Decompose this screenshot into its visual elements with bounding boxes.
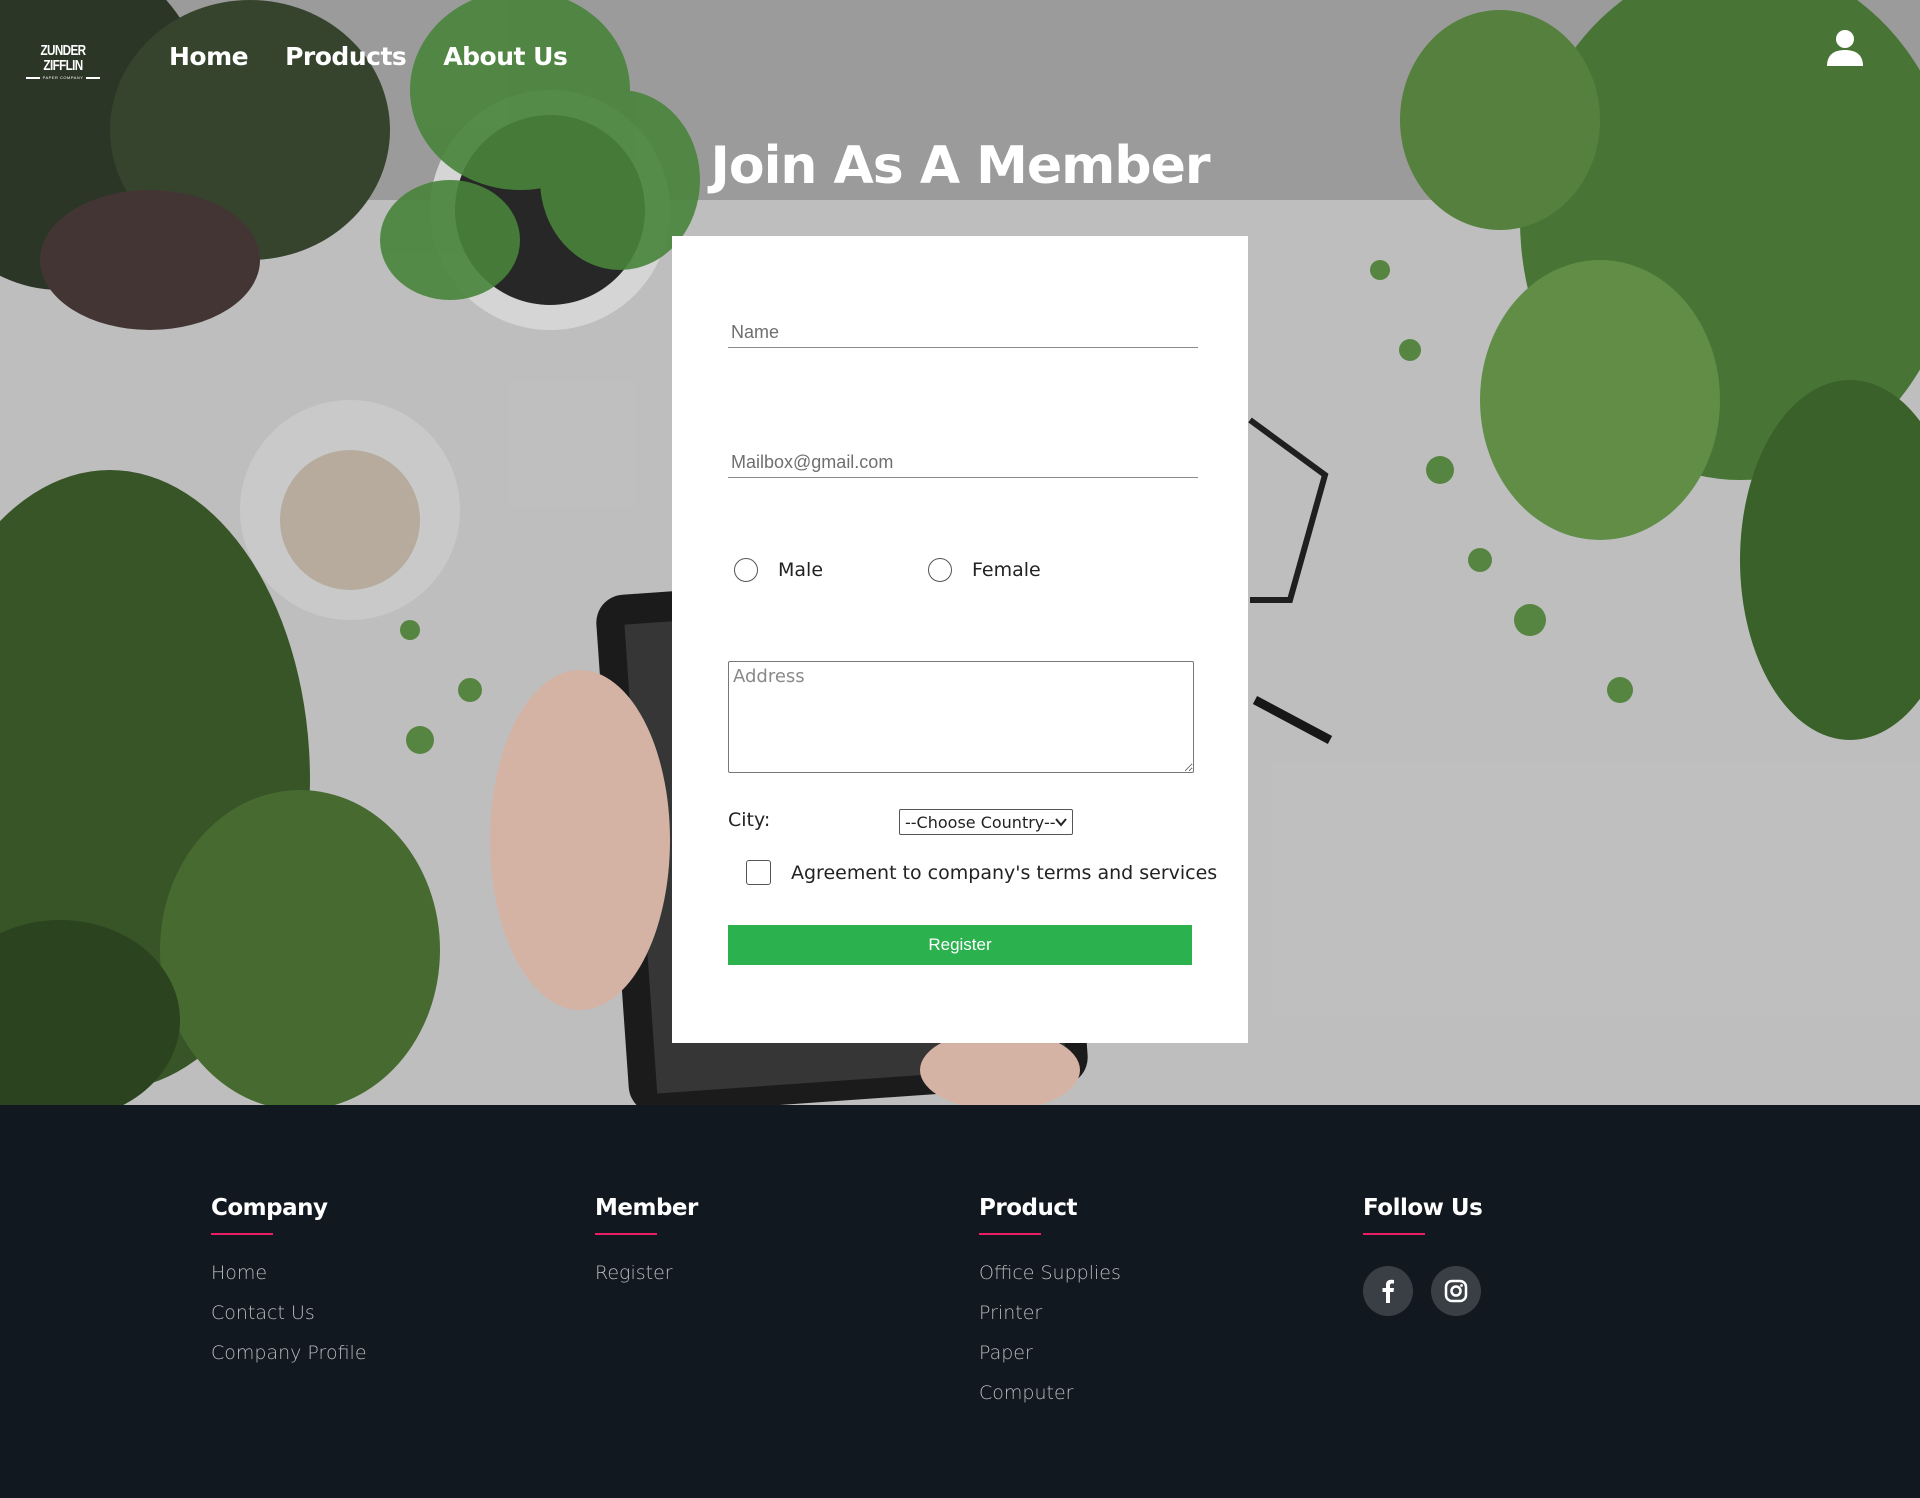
page-title: Join As A Member (710, 136, 1211, 196)
footer-link-computer[interactable]: Computer (979, 1381, 1121, 1421)
agreement-label: Agreement to company's terms and service… (791, 861, 1218, 884)
name-input[interactable] (728, 318, 1198, 348)
logo-rule-right (86, 76, 101, 79)
logo-rule-left (25, 76, 40, 79)
footer-link-printer[interactable]: Printer (979, 1301, 1121, 1341)
social-links (1363, 1266, 1482, 1316)
brand-logo[interactable]: ZUNDER ZIFFLIN PAPER COMPANY (24, 43, 102, 80)
user-icon[interactable] (1825, 28, 1865, 68)
main-nav: Home Products About Us (169, 42, 568, 71)
email-input[interactable] (728, 448, 1198, 478)
footer-heading-member: Member (595, 1195, 698, 1221)
chevron-down-icon (1055, 818, 1067, 827)
heading-underline (595, 1233, 657, 1235)
logo-subtext: PAPER COMPANY (42, 75, 84, 80)
address-textarea[interactable] (728, 661, 1194, 773)
instagram-button[interactable] (1431, 1266, 1481, 1316)
country-select[interactable]: --Choose Country-- (899, 809, 1073, 835)
footer-company-column: Company Home Contact Us Company Profile (211, 1195, 367, 1381)
heading-underline (979, 1233, 1041, 1235)
heading-underline (211, 1233, 273, 1235)
gender-male-label: Male (778, 559, 824, 581)
footer-heading-company: Company (211, 1195, 328, 1221)
footer-link-home[interactable]: Home (211, 1261, 367, 1301)
logo-subtext-row: PAPER COMPANY (24, 75, 102, 80)
gender-male-radio[interactable] (734, 558, 758, 582)
footer-heading-follow-us: Follow Us (1363, 1195, 1483, 1221)
footer-member-column: Member Register (595, 1195, 698, 1301)
nav-about-us[interactable]: About Us (443, 42, 568, 71)
hero-section: ZUNDER ZIFFLIN PAPER COMPANY Home Produc… (0, 0, 1920, 1105)
agreement-checkbox[interactable] (746, 860, 771, 885)
footer-link-office-supplies[interactable]: Office Supplies (979, 1261, 1121, 1301)
gender-radio-group: Male Female (734, 558, 1041, 582)
footer-link-paper[interactable]: Paper (979, 1341, 1121, 1381)
instagram-icon (1444, 1279, 1468, 1303)
nav-home[interactable]: Home (169, 42, 249, 71)
nav-products[interactable]: Products (285, 42, 407, 71)
footer-product-column: Product Office Supplies Printer Paper Co… (979, 1195, 1121, 1421)
site-footer: Company Home Contact Us Company Profile … (0, 1105, 1920, 1498)
facebook-icon (1382, 1279, 1394, 1303)
agreement-row: Agreement to company's terms and service… (746, 860, 1217, 885)
footer-link-company-profile[interactable]: Company Profile (211, 1341, 367, 1381)
gender-female-label: Female (972, 559, 1041, 581)
city-label: City: (728, 809, 771, 831)
footer-link-register[interactable]: Register (595, 1261, 698, 1301)
gender-female-radio[interactable] (928, 558, 952, 582)
country-select-value: --Choose Country-- (905, 812, 1056, 832)
footer-link-contact-us[interactable]: Contact Us (211, 1301, 367, 1341)
logo-text: ZUNDER ZIFFLIN (40, 42, 86, 74)
footer-follow-column: Follow Us (1363, 1195, 1483, 1316)
registration-form-card: Male Female City: --Choose Country-- Agr… (672, 236, 1248, 1043)
footer-heading-product: Product (979, 1195, 1077, 1221)
heading-underline (1363, 1233, 1425, 1235)
facebook-button[interactable] (1363, 1266, 1413, 1316)
register-button[interactable]: Register (728, 925, 1192, 965)
